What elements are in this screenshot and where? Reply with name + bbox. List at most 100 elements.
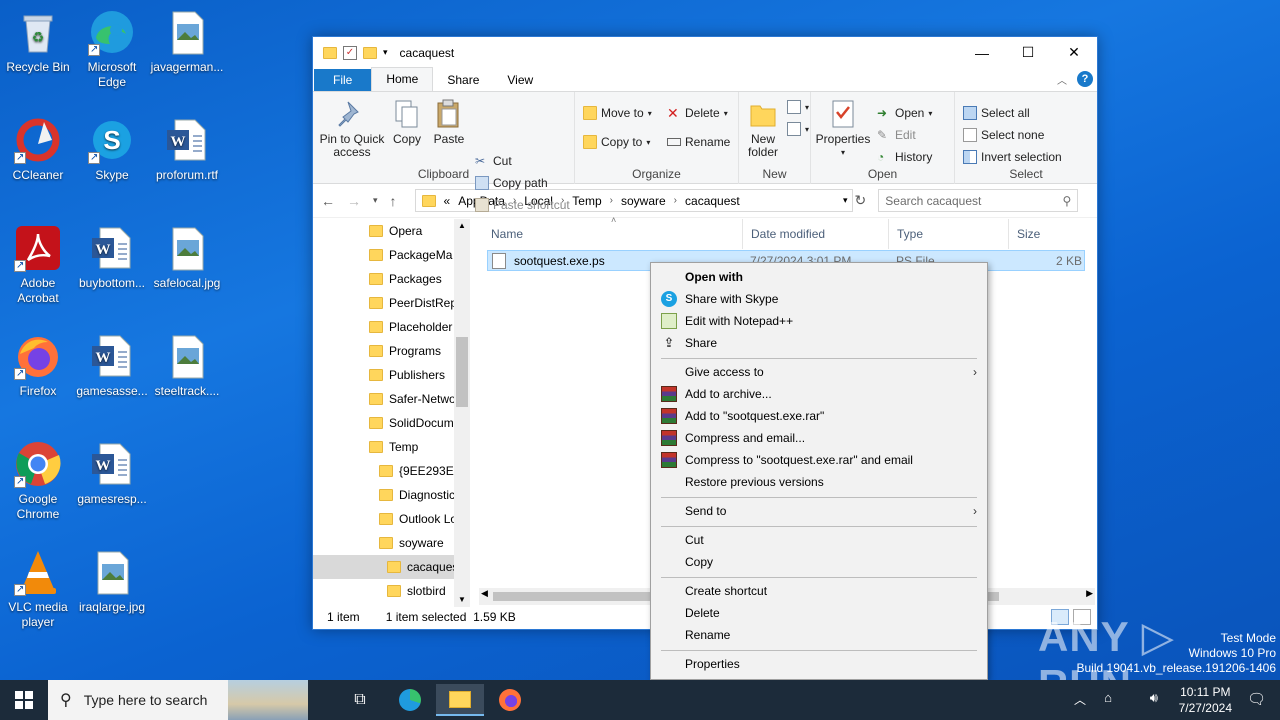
- nav-item-soyware[interactable]: soyware: [379, 531, 454, 555]
- column-header-size[interactable]: Size: [1009, 219, 1085, 249]
- new-item-button[interactable]: ▾: [787, 100, 809, 114]
- column-header-type[interactable]: Type: [889, 219, 1009, 249]
- delete-button[interactable]: ✕ Delete ▾: [667, 106, 728, 120]
- collapse-ribbon-chevron-icon[interactable]: ︿: [1057, 72, 1067, 87]
- overflow-crumb[interactable]: «: [444, 194, 451, 208]
- menu-edit-notepadpp[interactable]: Edit with Notepad++: [651, 310, 987, 332]
- open-button[interactable]: ➜ Open ▾: [877, 106, 932, 120]
- help-icon[interactable]: ?: [1077, 71, 1093, 87]
- menu-restore-previous-versions[interactable]: Restore previous versions: [651, 471, 987, 493]
- nav-item-placeholder[interactable]: Placeholder: [369, 315, 454, 339]
- taskbar-firefox[interactable]: [486, 684, 534, 716]
- desktop-icon-vlc[interactable]: VLC media player: [0, 548, 76, 630]
- recent-locations-chevron-icon[interactable]: ▾: [373, 195, 378, 206]
- search-input[interactable]: Search cacaquest ⚲: [878, 189, 1079, 212]
- desktop-icon-ccleaner[interactable]: CCleaner: [0, 116, 76, 183]
- nav-item-programs[interactable]: Programs: [369, 339, 454, 363]
- nav-item-packages[interactable]: Packages: [369, 267, 454, 291]
- menu-delete[interactable]: Delete: [651, 602, 987, 624]
- minimize-button[interactable]: —: [959, 37, 1005, 68]
- tab-file[interactable]: File: [314, 69, 372, 91]
- pin-quick-access-button[interactable]: Pin to Quick access: [319, 98, 385, 159]
- taskbar-edge[interactable]: [386, 684, 434, 716]
- nav-item-soliddocum[interactable]: SolidDocum: [369, 411, 454, 435]
- desktop-icon-gamesasse[interactable]: W gamesasse...: [74, 332, 150, 399]
- address-dropdown-chevron-icon[interactable]: ▾: [843, 195, 848, 206]
- desktop-icon-steeltrack[interactable]: steeltrack....: [149, 332, 225, 399]
- desktop-icon-firefox[interactable]: Firefox: [0, 332, 76, 399]
- select-none-button[interactable]: Select none: [963, 128, 1044, 142]
- nav-item-cacaquest[interactable]: cacaques: [313, 555, 454, 579]
- nav-scrollbar[interactable]: ▲ ▼: [454, 219, 470, 607]
- paste-shortcut-button[interactable]: Paste shortcut: [475, 198, 570, 212]
- menu-send-to[interactable]: Send to ›: [651, 500, 987, 522]
- desktop-icon-microsoft-edge[interactable]: Microsoft Edge: [74, 8, 150, 90]
- forward-arrow-icon[interactable]: →: [347, 193, 361, 209]
- nav-item-outlook-lo[interactable]: Outlook Lo: [379, 507, 454, 531]
- breadcrumb-cacaquest[interactable]: cacaquest: [685, 194, 740, 208]
- menu-cut[interactable]: Cut: [651, 529, 987, 551]
- breadcrumb-temp[interactable]: Temp: [572, 194, 601, 208]
- maximize-button[interactable]: ☐: [1005, 37, 1051, 68]
- desktop-icon-google-chrome[interactable]: Google Chrome: [0, 440, 76, 522]
- desktop-icon-skype[interactable]: S Skype: [74, 116, 150, 183]
- back-arrow-icon[interactable]: ←: [321, 193, 335, 209]
- menu-copy[interactable]: Copy: [651, 551, 987, 573]
- column-header-name[interactable]: Name: [483, 219, 743, 249]
- menu-compress-and-email[interactable]: Compress and email...: [651, 427, 987, 449]
- menu-rename[interactable]: Rename: [651, 624, 987, 646]
- scroll-left-arrow-icon[interactable]: ◀: [481, 588, 488, 599]
- desktop-icon-recycle-bin[interactable]: ♻ Recycle Bin: [0, 8, 76, 75]
- copy-big-button[interactable]: Copy: [389, 98, 425, 146]
- desktop-icon-proforum[interactable]: W proforum.rtf: [149, 116, 225, 183]
- start-button[interactable]: [0, 684, 48, 716]
- properties-button[interactable]: Properties ▾: [815, 98, 871, 159]
- copy-to-button[interactable]: Copy to ▾: [583, 135, 650, 149]
- scroll-up-arrow-icon[interactable]: ▲: [454, 219, 470, 233]
- new-folder-icon[interactable]: [363, 46, 377, 59]
- nav-item-safer-netwo[interactable]: Safer-Netwo: [369, 387, 454, 411]
- task-view-button[interactable]: ⧉: [336, 684, 384, 716]
- taskbar-file-explorer[interactable]: [436, 684, 484, 716]
- invert-selection-button[interactable]: Invert selection: [963, 150, 1062, 164]
- easy-access-button[interactable]: ▾: [787, 122, 809, 136]
- desktop-icon-iraqlarge[interactable]: iraqlarge.jpg: [74, 548, 150, 615]
- nav-item-9ee293e3[interactable]: {9EE293E3-: [379, 459, 454, 483]
- menu-share[interactable]: ⇪ Share: [651, 332, 987, 354]
- nav-item-diagnostic[interactable]: Diagnostic: [379, 483, 454, 507]
- nav-item-packagema[interactable]: PackageMa: [369, 243, 454, 267]
- select-all-button[interactable]: Select all: [963, 106, 1030, 120]
- volume-icon[interactable]: 🔊︎: [1150, 690, 1158, 706]
- customize-toolbar-chevron-icon[interactable]: ▾: [383, 47, 388, 58]
- clock[interactable]: 10:11 PM 7/27/2024: [1179, 684, 1232, 716]
- close-button[interactable]: ✕: [1051, 37, 1097, 68]
- desktop-icon-safelocal[interactable]: safelocal.jpg: [149, 224, 225, 291]
- show-hidden-icons-chevron-icon[interactable]: ︿: [1074, 691, 1086, 708]
- cut-button[interactable]: ✂ Cut: [475, 154, 512, 168]
- move-to-button[interactable]: Move to ▾: [583, 106, 652, 120]
- notifications-icon[interactable]: 🗨︎: [1247, 690, 1266, 708]
- menu-add-to-rar[interactable]: Add to "sootquest.exe.rar": [651, 405, 987, 427]
- rename-button[interactable]: Rename: [667, 135, 730, 149]
- paste-button[interactable]: Paste: [431, 98, 467, 146]
- menu-add-to-archive[interactable]: Add to archive...: [651, 383, 987, 405]
- menu-share-with-skype[interactable]: S Share with Skype: [651, 288, 987, 310]
- menu-give-access-to[interactable]: Give access to ›: [651, 361, 987, 383]
- menu-properties[interactable]: Properties: [651, 653, 987, 675]
- menu-create-shortcut[interactable]: Create shortcut: [651, 580, 987, 602]
- nav-item-opera[interactable]: Opera: [369, 219, 454, 243]
- nav-item-peerdistrep[interactable]: PeerDistRep: [369, 291, 454, 315]
- tab-share[interactable]: Share: [433, 69, 493, 91]
- breadcrumb-soyware[interactable]: soyware: [621, 194, 666, 208]
- history-button[interactable]: ◔ History: [877, 150, 932, 164]
- desktop-icon-gamesresp[interactable]: W gamesresp...: [74, 440, 150, 507]
- properties-checkbox-icon[interactable]: ✓: [343, 45, 357, 60]
- tab-home[interactable]: Home: [371, 67, 434, 91]
- desktop-icon-javagerman[interactable]: javagerman...: [149, 8, 225, 75]
- scroll-right-arrow-icon[interactable]: ▶: [1086, 588, 1093, 599]
- menu-open-with[interactable]: Open with: [651, 266, 987, 288]
- nav-item-slotbird[interactable]: slotbird: [387, 579, 454, 603]
- new-folder-button[interactable]: New folder: [743, 98, 783, 159]
- nav-item-temp[interactable]: Temp: [369, 435, 454, 459]
- up-arrow-icon[interactable]: ↑: [390, 193, 397, 209]
